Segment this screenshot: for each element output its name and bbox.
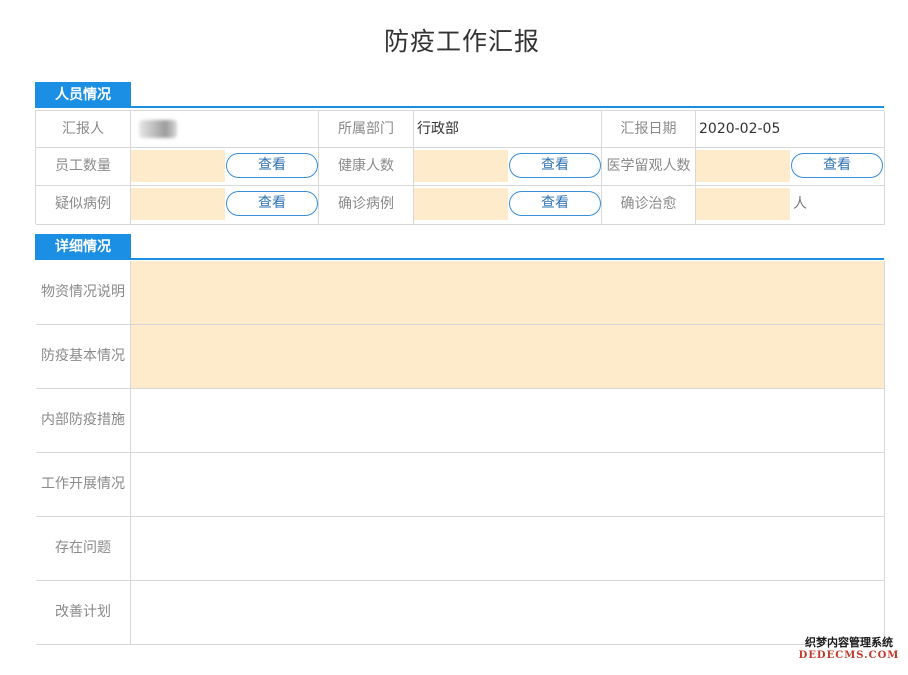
confirmed-view-button[interactable]: 查看 bbox=[509, 191, 601, 216]
detail-row-label: 物资情况说明 bbox=[36, 261, 131, 324]
staff-count-label: 员工数量 bbox=[36, 148, 131, 186]
healthy-view-button[interactable]: 查看 bbox=[509, 153, 601, 178]
report-page: 防疫工作汇报 人员情况 汇报人 所属部门 行政部 汇报日期 2020-02-05… bbox=[0, 0, 908, 675]
observation-count-label: 医学留观人数 bbox=[602, 148, 696, 186]
cured-cases-input[interactable] bbox=[696, 188, 790, 220]
personnel-section-header: 人员情况 bbox=[35, 82, 884, 108]
cured-cases-label: 确诊治愈 bbox=[602, 186, 696, 225]
details-section-header: 详细情况 bbox=[35, 234, 884, 260]
date-label: 汇报日期 bbox=[602, 111, 696, 148]
work-progress-input[interactable] bbox=[131, 453, 885, 516]
observation-count-input[interactable] bbox=[696, 150, 790, 182]
watermark-line2: DEDECMS.COM bbox=[798, 650, 900, 661]
detail-row: 工作开展情况 bbox=[36, 453, 885, 517]
watermark: 织梦内容管理系统 DEDECMS.COM bbox=[798, 634, 900, 661]
reporter-label: 汇报人 bbox=[36, 111, 131, 148]
suspected-cases-label: 疑似病例 bbox=[36, 186, 131, 225]
supplies-description-input[interactable] bbox=[131, 261, 885, 324]
confirmed-cases-cell: 查看 bbox=[414, 186, 602, 225]
details-section-tag: 详细情况 bbox=[35, 234, 131, 260]
reporter-value bbox=[131, 111, 319, 148]
personnel-section-tag: 人员情况 bbox=[35, 82, 131, 108]
personnel-info-grid: 汇报人 所属部门 行政部 汇报日期 2020-02-05 员工数量 查看 健康人… bbox=[35, 110, 885, 225]
reporter-name-blurred bbox=[139, 120, 177, 138]
existing-issues-input[interactable] bbox=[131, 517, 885, 580]
confirmed-cases-input[interactable] bbox=[414, 188, 508, 220]
healthy-count-cell: 查看 bbox=[414, 148, 602, 186]
observation-view-button[interactable]: 查看 bbox=[791, 153, 883, 178]
staff-count-input[interactable] bbox=[131, 150, 225, 182]
detail-row-label: 内部防疫措施 bbox=[36, 389, 131, 452]
healthy-count-label: 健康人数 bbox=[319, 148, 414, 186]
healthy-count-input[interactable] bbox=[414, 150, 508, 182]
staff-view-button[interactable]: 查看 bbox=[226, 153, 318, 178]
detail-row: 存在问题 bbox=[36, 517, 885, 581]
department-value: 行政部 bbox=[414, 111, 602, 148]
prevention-basic-input[interactable] bbox=[131, 325, 885, 388]
watermark-line1: 织梦内容管理系统 bbox=[805, 636, 893, 649]
department-label: 所属部门 bbox=[319, 111, 414, 148]
internal-measures-input[interactable] bbox=[131, 389, 885, 452]
cured-unit: 人 bbox=[793, 196, 807, 212]
detail-row: 物资情况说明 bbox=[36, 261, 885, 325]
date-value: 2020-02-05 bbox=[696, 111, 885, 148]
suspected-view-button[interactable]: 查看 bbox=[226, 191, 318, 216]
page-title: 防疫工作汇报 bbox=[383, 27, 540, 56]
detail-row-label: 改善计划 bbox=[36, 581, 131, 644]
suspected-cases-cell: 查看 bbox=[131, 186, 319, 225]
confirmed-cases-label: 确诊病例 bbox=[319, 186, 414, 225]
suspected-cases-input[interactable] bbox=[131, 188, 225, 220]
improvement-plan-input[interactable] bbox=[131, 581, 885, 644]
detail-row: 内部防疫措施 bbox=[36, 389, 885, 453]
detail-row: 防疫基本情况 bbox=[36, 325, 885, 389]
cured-cases-cell: 人 bbox=[696, 186, 885, 225]
detail-row-label: 工作开展情况 bbox=[36, 453, 131, 516]
detail-row-label: 防疫基本情况 bbox=[36, 325, 131, 388]
detail-row: 改善计划 bbox=[36, 581, 885, 645]
staff-count-cell: 查看 bbox=[131, 148, 319, 186]
detail-row-label: 存在问题 bbox=[36, 517, 131, 580]
observation-count-cell: 查看 bbox=[696, 148, 885, 186]
